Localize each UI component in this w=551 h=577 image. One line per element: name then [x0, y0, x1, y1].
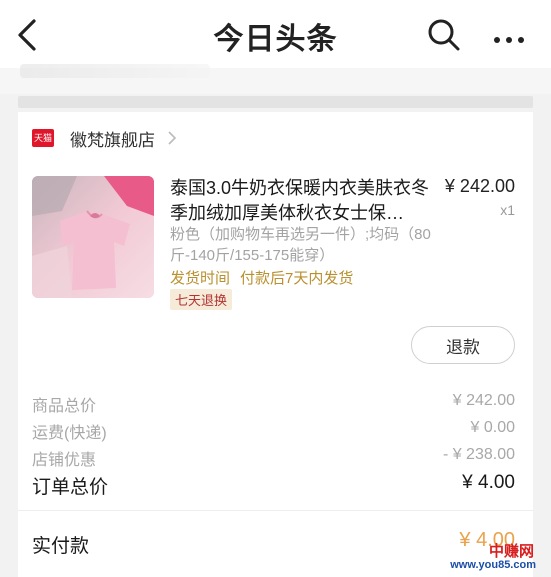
search-icon [428, 19, 460, 51]
more-button[interactable] [494, 30, 530, 43]
return-policy-badge: 七天退换 [170, 289, 233, 310]
store-discount-row: 店铺优惠 - ¥ 238.00 [32, 446, 515, 469]
goods-total-label: 商品总价 [32, 398, 97, 415]
order-card: 天猫 徽梵旗舰店 泰国3.0牛奶衣保暖内衣美肤衣冬季加绒加厚美体秋衣女士保… ¥ [18, 112, 533, 577]
top-navigation-bar: 今日头条 [0, 0, 551, 68]
product-price: ¥ 242.00 [444, 176, 515, 196]
faded-previous-content [0, 64, 551, 94]
goods-total-row: 商品总价 ¥ 242.00 [32, 392, 515, 415]
goods-total-value: ¥ 242.00 [452, 392, 515, 409]
store-discount-value: - ¥ 238.00 [442, 446, 515, 463]
product-quantity: x1 [500, 202, 515, 218]
tmall-logo-icon: 天猫 [32, 129, 54, 147]
refund-button[interactable]: 退款 [411, 326, 515, 364]
chevron-right-icon [168, 131, 177, 145]
section-divider [18, 96, 533, 108]
watermark-url: www.you85.com [450, 559, 536, 571]
order-total-row: 订单总价 ¥ 4.00 [32, 472, 515, 498]
watermark-brand: 中赚网 [488, 543, 534, 560]
product-variant: 粉色（加购物车再选另一件）;均码（80斤-140斤/155-175能穿） [170, 226, 431, 264]
store-name: 徽梵旗舰店 [70, 130, 155, 150]
order-total-value: ¥ 4.00 [462, 472, 515, 493]
store-link[interactable]: 天猫 徽梵旗舰店 [32, 126, 177, 150]
product-image[interactable] [32, 176, 154, 298]
shipping-label: 发货时间 [170, 270, 231, 287]
app-title: 今日头条 [213, 23, 338, 56]
store-discount-label: 店铺优惠 [32, 452, 97, 469]
search-button[interactable] [425, 16, 463, 54]
shipping-value: 付款后7天内发货 [240, 270, 354, 287]
product-title[interactable]: 泰国3.0牛奶衣保暖内衣美肤衣冬季加绒加厚美体秋衣女士保… [170, 176, 432, 226]
site-watermark: 中赚网 www.you85.com [450, 540, 544, 576]
shipping-fee-label: 运费(快递) [32, 425, 107, 442]
paid-label: 实付款 [32, 536, 90, 557]
shipping-fee-row: 运费(快递) ¥ 0.00 [32, 419, 515, 442]
shipping-info: 发货时间 付款后7天内发货 [170, 267, 353, 288]
more-dots-icon [494, 30, 530, 48]
shipping-fee-value: ¥ 0.00 [470, 419, 515, 436]
order-total-label: 订单总价 [32, 477, 109, 498]
